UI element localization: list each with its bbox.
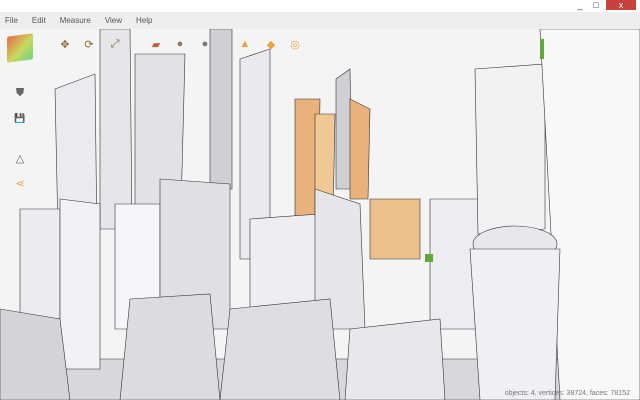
city-model (0, 29, 640, 400)
menu-view[interactable]: View (105, 16, 122, 25)
menu-help[interactable]: Help (136, 16, 152, 25)
cone-down-icon[interactable]: ◆ (264, 37, 278, 51)
share-icon[interactable]: ⋖ (13, 176, 27, 190)
zoom-extents-icon[interactable]: ⤢ (108, 37, 122, 51)
save-icon[interactable]: 💾 (13, 111, 27, 125)
view-cube-icon[interactable] (7, 33, 33, 63)
maximize-button[interactable]: □ (588, 0, 604, 10)
orbit-icon[interactable]: ⟳ (82, 37, 96, 51)
cone-up-icon[interactable]: ▲ (238, 37, 252, 51)
pan-icon[interactable]: ✥ (58, 37, 72, 51)
minimize-button[interactable]: _ (572, 0, 588, 10)
shaded-sphere-icon[interactable]: ● (198, 37, 212, 51)
menu-bar: File Edit Measure View Help (0, 12, 640, 29)
menu-edit[interactable]: Edit (32, 16, 46, 25)
wireframe-sphere-icon[interactable]: ● (173, 37, 187, 51)
model-stats: objects: 4, vertices: 38724, faces: 7815… (504, 390, 630, 397)
title-bar: _ □ x (0, 0, 640, 12)
drive-icon[interactable]: △ (13, 151, 27, 165)
annotate-icon[interactable]: ◎ (288, 37, 302, 51)
close-button[interactable]: x (606, 0, 636, 10)
menu-measure[interactable]: Measure (60, 16, 91, 25)
material-icon[interactable]: ▰ (149, 37, 163, 51)
menu-file[interactable]: File (5, 16, 18, 25)
shield-icon[interactable]: ⛊ (13, 86, 27, 100)
3d-viewport[interactable]: ✥ ⟳ ⤢ ▰ ● ● ▲ ◆ ◎ ⛊ 💾 △ ⋖ objects: 4, ve… (0, 29, 640, 400)
